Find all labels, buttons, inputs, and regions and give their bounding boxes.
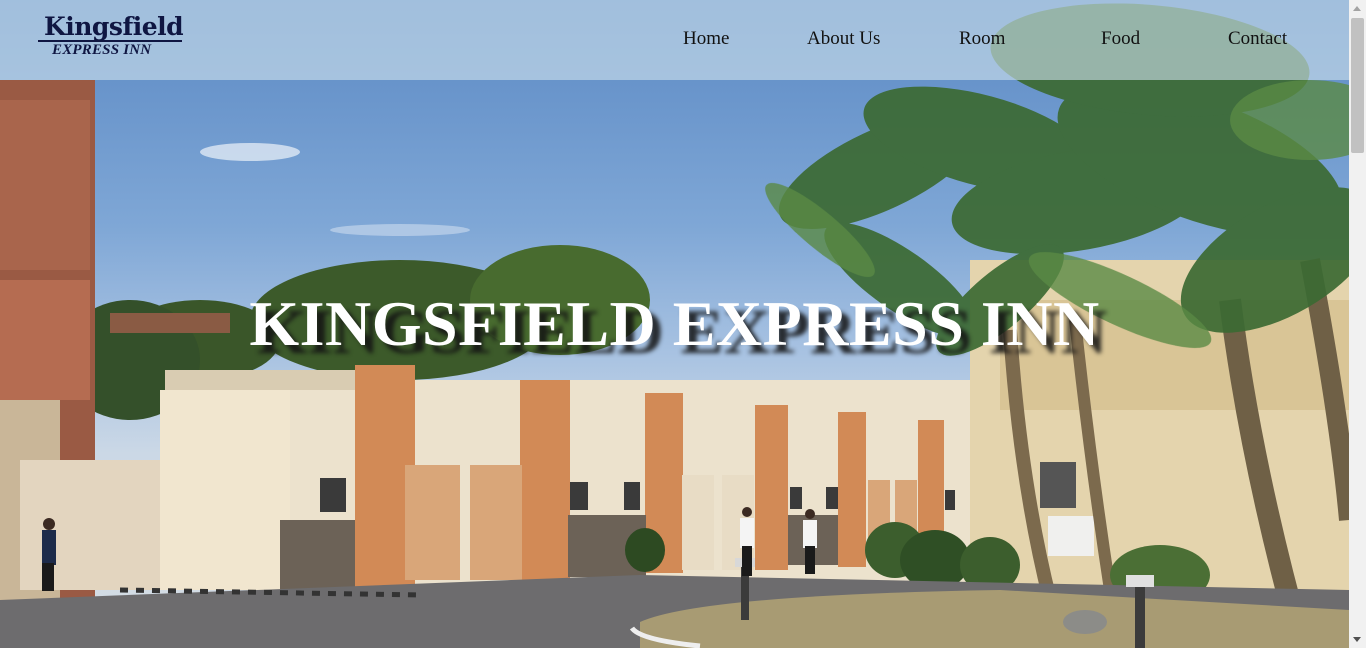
nav-link-room[interactable]: Room [959, 28, 1005, 50]
hero-title: KINGSFIELD EXPRESS INN [249, 288, 1100, 359]
nav-link-home[interactable]: Home [683, 28, 729, 50]
brand-subtitle: EXPRESS INN [52, 42, 152, 58]
nav-link-about-us[interactable]: About Us [807, 28, 880, 50]
navbar: Kingsfield EXPRESS INN Home About Us Roo… [0, 0, 1349, 80]
page-scrollbar[interactable] [1349, 0, 1366, 648]
brand-name: Kingsfield [44, 12, 184, 41]
nav-link-contact[interactable]: Contact [1228, 28, 1287, 50]
nav-link-food[interactable]: Food [1101, 28, 1140, 50]
scroll-down-arrow-icon[interactable] [1349, 631, 1366, 648]
scroll-up-arrow-icon[interactable] [1349, 0, 1366, 17]
scrollbar-thumb[interactable] [1351, 18, 1364, 153]
brand-logo[interactable]: Kingsfield EXPRESS INN [38, 12, 184, 60]
